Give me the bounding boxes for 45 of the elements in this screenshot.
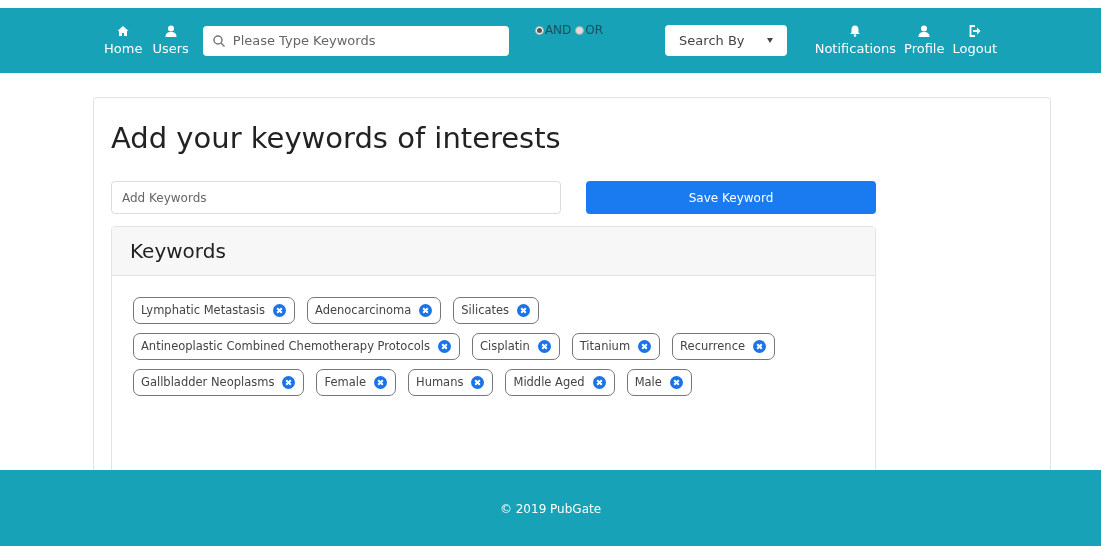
remove-icon[interactable] xyxy=(669,376,683,389)
user-icon xyxy=(918,24,931,37)
caret-icon xyxy=(766,38,773,43)
home-icon xyxy=(117,24,130,37)
keyword-label: Adenocarcinoma xyxy=(314,301,412,319)
keyword-label: Humans xyxy=(416,373,464,391)
search-by-select[interactable]: Search By xyxy=(665,25,787,56)
nav-link[interactable]: Users xyxy=(152,24,189,57)
remove-icon[interactable] xyxy=(419,304,433,317)
keyword-label: Middle Aged xyxy=(513,373,585,391)
remove-icon[interactable] xyxy=(272,304,286,317)
search-field[interactable]: Please Type Keywords xyxy=(202,25,509,56)
search-icon xyxy=(212,34,225,47)
keyword-label: Male xyxy=(634,373,662,391)
remove-icon[interactable] xyxy=(471,376,485,389)
mode-radio[interactable]: OR xyxy=(575,21,604,39)
copyright-text: © 2019 PubGate xyxy=(499,501,602,518)
remove-icon[interactable] xyxy=(753,340,767,353)
remove-icon[interactable] xyxy=(537,340,551,353)
remove-icon[interactable] xyxy=(282,376,296,389)
remove-icon[interactable] xyxy=(517,304,531,317)
keyword-label: Lymphatic Metastasis xyxy=(141,301,265,319)
bell-icon xyxy=(849,24,862,37)
keyword-input[interactable]: Add Keywords xyxy=(111,181,561,214)
keyword-label: Antineoplastic Combined Chemotherapy Protocols xyxy=(141,337,430,355)
remove-icon[interactable] xyxy=(437,340,451,353)
keyword-label: Recurrence xyxy=(680,337,746,355)
save-keyword-button[interactable]: Save Keyword xyxy=(586,181,876,214)
user-icon xyxy=(164,24,177,37)
page-title: Add your keywords of interests xyxy=(111,120,562,157)
keyword-label: Female xyxy=(324,373,366,391)
nav-link[interactable]: Notifications xyxy=(814,24,897,57)
panel-title: Keywords xyxy=(130,238,226,265)
nav-link[interactable]: Profile xyxy=(904,24,945,57)
remove-icon[interactable] xyxy=(374,376,387,389)
nav-link[interactable]: Home xyxy=(104,24,143,57)
keyword-label: Titanium xyxy=(579,337,631,355)
mode-radio[interactable]: AND xyxy=(534,21,572,39)
remove-icon[interactable] xyxy=(638,340,652,353)
keyword-label: Cisplatin xyxy=(479,337,530,355)
remove-icon[interactable] xyxy=(592,376,606,389)
logout-icon xyxy=(968,24,981,37)
keyword-label: Gallbladder Neoplasms xyxy=(141,373,275,391)
nav-link[interactable]: Logout xyxy=(952,24,997,57)
keyword-label: Silicates xyxy=(461,301,510,319)
